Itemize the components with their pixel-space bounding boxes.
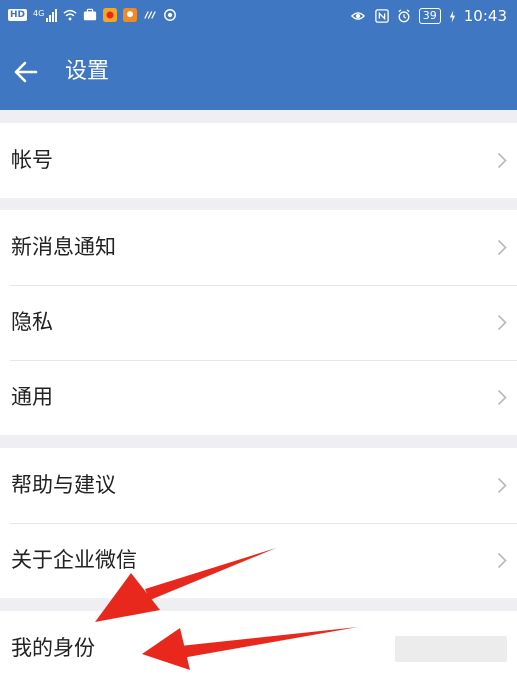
settings-item-label: 新消息通知	[11, 235, 116, 259]
chevron-right-icon	[497, 314, 507, 331]
settings-item-label: 通用	[11, 385, 53, 409]
page-title: 设置	[65, 59, 110, 84]
chevron-right-icon	[497, 477, 507, 494]
hd-badge: HD	[8, 9, 28, 21]
settings-item-general[interactable]: 通用	[0, 360, 517, 435]
settings-item-label: 我的身份	[11, 636, 95, 660]
signal-icon: 4G	[33, 8, 58, 22]
arrow-left-icon	[14, 61, 38, 83]
chevron-right-icon	[497, 239, 507, 256]
alarm-icon	[398, 9, 410, 23]
status-right: 39 10:43	[349, 7, 507, 25]
settings-item-help-feedback[interactable]: 帮助与建议	[0, 448, 517, 523]
settings-item-privacy[interactable]: 隐私	[0, 285, 517, 360]
eye-icon	[350, 12, 365, 20]
battery-indicator: 39	[418, 8, 441, 24]
briefcase-icon	[84, 8, 97, 21]
settings-item-label: 隐私	[11, 310, 53, 334]
status-bar: HD 4G 39 10:43	[0, 0, 517, 34]
settings-item-label: 帮助与建议	[11, 473, 116, 497]
settings-item-label: 帐号	[11, 148, 53, 172]
settings-group-account: 帐号	[0, 123, 517, 198]
back-button[interactable]	[8, 54, 44, 90]
settings-group-general: 新消息通知 隐私 通用	[0, 210, 517, 435]
settings-item-notifications[interactable]: 新消息通知	[0, 210, 517, 285]
chevron-right-icon	[497, 152, 507, 169]
settings-item-label: 关于企业微信	[11, 548, 137, 572]
settings-item-account[interactable]: 帐号	[0, 123, 517, 198]
charging-icon	[449, 9, 455, 23]
sync-icon	[164, 9, 177, 21]
settings-group-help: 帮助与建议 关于企业微信	[0, 448, 517, 598]
chevron-right-icon	[497, 552, 507, 569]
app-notification-icon	[103, 8, 118, 22]
hotspot-icon	[144, 11, 157, 19]
nfc-icon	[374, 9, 389, 23]
signal-label: 4G	[33, 8, 45, 18]
wifi-icon	[63, 9, 77, 21]
status-left: HD 4G	[8, 8, 177, 22]
chevron-right-icon	[497, 389, 507, 406]
settings-item-about[interactable]: 关于企业微信	[0, 523, 517, 598]
app-bar: 设置	[0, 34, 517, 110]
clock-time: 10:43	[463, 7, 507, 25]
watermark	[395, 636, 507, 662]
app-notification-icon-2	[123, 8, 138, 22]
